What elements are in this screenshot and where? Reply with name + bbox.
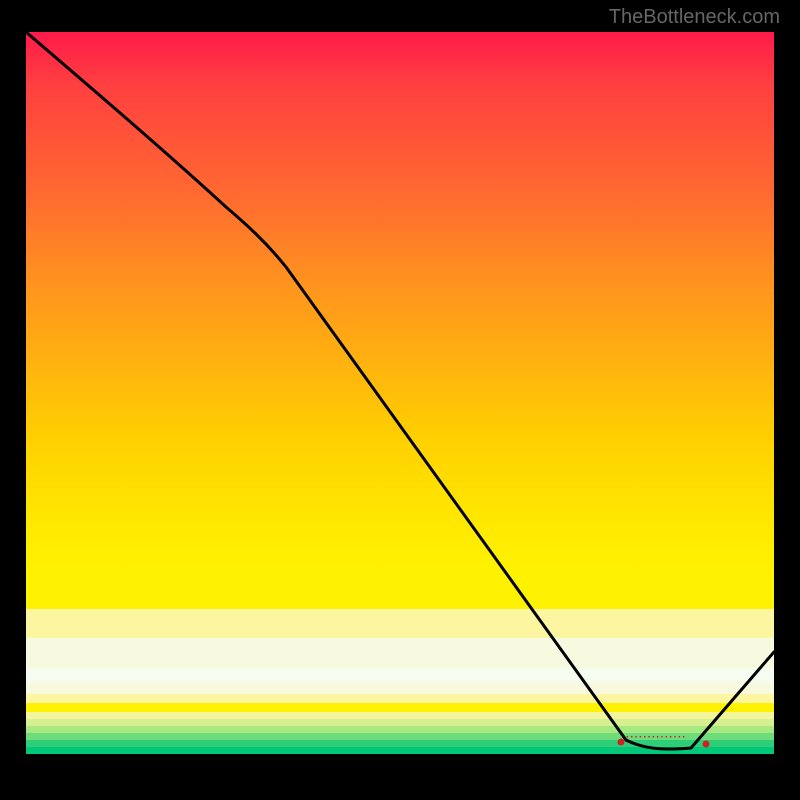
minimum-annotation: ·············· (626, 732, 687, 743)
chart-line-svg (26, 32, 774, 754)
watermark-text: TheBottleneck.com (609, 6, 780, 29)
chart-plot-area: ·············· (26, 32, 774, 754)
marker-min-start (618, 739, 625, 746)
chart-line-path (26, 32, 774, 749)
marker-min-end (703, 741, 710, 748)
